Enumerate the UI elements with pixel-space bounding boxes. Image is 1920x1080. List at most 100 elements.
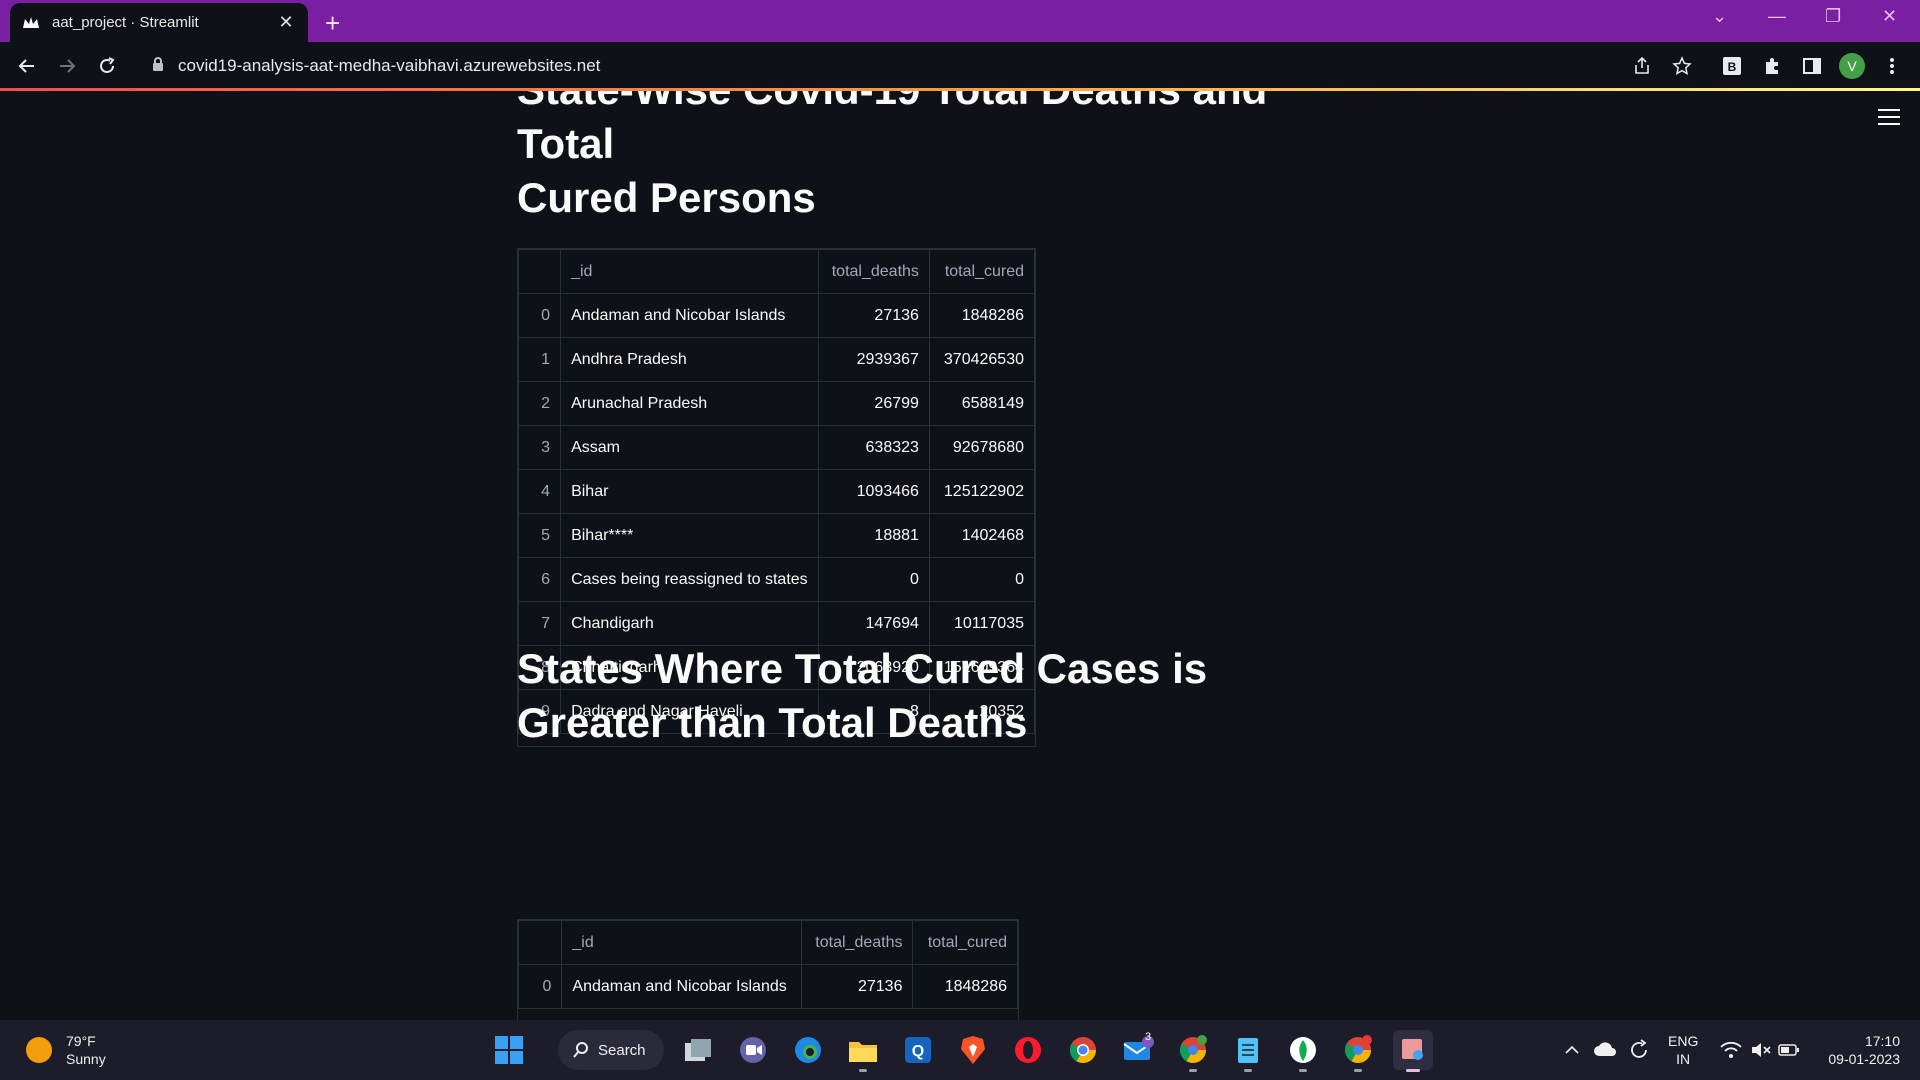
- row-total-cured-cell[interactable]: 10117035: [928, 601, 1035, 646]
- mail-badge: 3: [1145, 1031, 1152, 1043]
- region-code: IN: [1676, 1051, 1691, 1067]
- forward-icon[interactable]: [53, 52, 81, 80]
- column-header-total-deaths[interactable]: total_deaths: [800, 920, 914, 965]
- row-total-cured-cell[interactable]: 125122902: [928, 469, 1035, 514]
- row-total-cured-cell[interactable]: 1848286: [928, 293, 1035, 338]
- new-tab-icon[interactable]: +: [325, 8, 340, 39]
- row-index-cell[interactable]: 5: [518, 513, 562, 558]
- row-index-cell[interactable]: 1: [518, 337, 562, 382]
- row-total-deaths-cell[interactable]: 147694: [817, 601, 930, 646]
- chrome-profile-red-icon[interactable]: [1338, 1030, 1378, 1072]
- snipping-tool-icon[interactable]: [1393, 1030, 1433, 1072]
- language-indicator[interactable]: ENG IN: [1668, 1032, 1698, 1068]
- table-row: 6 Cases being reassigned to states 0 0: [518, 557, 1035, 602]
- tab-search-icon[interactable]: ⌄: [1712, 6, 1727, 27]
- row-id-cell[interactable]: Andaman and Nicobar Islands: [560, 293, 819, 338]
- chrome-icon[interactable]: [1063, 1030, 1103, 1070]
- table-row: 3 Assam 638323 92678680: [518, 425, 1035, 470]
- row-total-deaths-cell[interactable]: 27136: [800, 964, 914, 1009]
- mongodb-compass-icon[interactable]: [1283, 1030, 1323, 1072]
- column-header-id[interactable]: _id: [561, 920, 802, 965]
- row-total-deaths-cell[interactable]: 27136: [817, 293, 930, 338]
- wifi-icon[interactable]: [1718, 1030, 1744, 1070]
- row-index-cell[interactable]: 3: [518, 425, 562, 470]
- notepad-icon[interactable]: [1228, 1030, 1268, 1072]
- row-id-cell[interactable]: Cases being reassigned to states: [560, 557, 819, 602]
- mail-icon[interactable]: 3: [1118, 1030, 1158, 1070]
- row-total-cured-cell[interactable]: 370426530: [928, 337, 1035, 382]
- row-total-cured-cell[interactable]: 1848286: [912, 964, 1018, 1009]
- tab-close-icon[interactable]: ✕: [276, 12, 296, 33]
- brave-icon[interactable]: [953, 1030, 993, 1070]
- column-header-total-deaths[interactable]: total_deaths: [817, 249, 930, 294]
- row-id-cell[interactable]: Bihar: [560, 469, 819, 514]
- hamburger-menu-icon[interactable]: [1878, 109, 1900, 127]
- restore-icon[interactable]: ❐: [1825, 6, 1841, 27]
- teams-chat-icon[interactable]: [733, 1030, 773, 1070]
- windows-start-icon[interactable]: [489, 1030, 529, 1070]
- reload-icon[interactable]: [93, 52, 121, 80]
- streamlit-crown-icon: [22, 14, 40, 32]
- svg-text:B: B: [1728, 60, 1737, 74]
- onedrive-cloud-icon[interactable]: [1590, 1030, 1620, 1070]
- opera-icon[interactable]: [1008, 1030, 1048, 1070]
- profile-avatar[interactable]: V: [1838, 52, 1866, 80]
- task-view-icon[interactable]: [678, 1030, 718, 1070]
- qt-creator-icon[interactable]: Q: [898, 1030, 938, 1070]
- row-index-cell[interactable]: 2: [518, 381, 562, 426]
- table-header-row: _id total_deaths total_cured: [518, 920, 1018, 965]
- row-index-cell[interactable]: 4: [518, 469, 562, 514]
- row-total-cured-cell[interactable]: 0: [928, 557, 1035, 602]
- weather-condition: Sunny: [66, 1051, 106, 1067]
- back-icon[interactable]: [13, 52, 41, 80]
- taskbar-search-button[interactable]: Search: [558, 1030, 664, 1070]
- section-cured-greater-table: _id total_deaths total_cured 0 Andaman an…: [517, 919, 1337, 1020]
- row-total-deaths-cell[interactable]: 2939367: [817, 337, 930, 382]
- row-id-cell[interactable]: Arunachal Pradesh: [560, 381, 819, 426]
- row-total-cured-cell[interactable]: 1402468: [928, 513, 1035, 558]
- row-id-cell[interactable]: Chandigarh: [560, 601, 819, 646]
- row-id-cell[interactable]: Assam: [560, 425, 819, 470]
- window-close-icon[interactable]: ✕: [1882, 6, 1897, 27]
- file-explorer-icon[interactable]: [843, 1030, 883, 1072]
- row-total-deaths-cell[interactable]: 638323: [817, 425, 930, 470]
- row-total-cured-cell[interactable]: 92678680: [928, 425, 1035, 470]
- extension-b-icon[interactable]: B: [1718, 52, 1746, 80]
- edge-icon[interactable]: [788, 1030, 828, 1070]
- weather-widget[interactable]: 79°F Sunny: [26, 1032, 106, 1068]
- address-bar[interactable]: covid19-analysis-aat-medha-vaibhavi.azur…: [140, 48, 1700, 84]
- row-index-cell[interactable]: 7: [518, 601, 562, 646]
- row-total-deaths-cell[interactable]: 26799: [817, 381, 930, 426]
- sync-icon[interactable]: [1624, 1030, 1654, 1070]
- bookmark-star-icon[interactable]: [1668, 52, 1696, 80]
- row-index-cell[interactable]: 0: [518, 293, 562, 338]
- search-icon: [573, 1042, 588, 1058]
- show-hidden-icons-chevron[interactable]: [1560, 1030, 1584, 1070]
- minimize-icon[interactable]: —: [1768, 6, 1786, 27]
- extensions-puzzle-icon[interactable]: [1758, 52, 1786, 80]
- language-code: ENG: [1668, 1033, 1699, 1049]
- speaker-muted-icon[interactable]: [1748, 1030, 1774, 1070]
- dataframe-cured-greater[interactable]: _id total_deaths total_cured 0 Andaman an…: [517, 919, 1019, 1020]
- row-index-cell[interactable]: 6: [518, 557, 562, 602]
- row-id-cell[interactable]: Andhra Pradesh: [560, 337, 819, 382]
- row-total-deaths-cell[interactable]: 1093466: [817, 469, 930, 514]
- row-id-cell[interactable]: Andaman and Nicobar Islands: [561, 964, 802, 1009]
- row-id-cell[interactable]: Bihar****: [560, 513, 819, 558]
- browser-tab[interactable]: aat_project · Streamlit ✕: [10, 3, 308, 42]
- streamlit-app: State-Wise Covid-19 Total Deaths and Tot…: [0, 91, 1920, 1020]
- column-header-id[interactable]: _id: [560, 249, 819, 294]
- row-total-deaths-cell[interactable]: 18881: [817, 513, 930, 558]
- battery-icon[interactable]: [1776, 1030, 1802, 1070]
- column-header-total-cured[interactable]: total_cured: [928, 249, 1035, 294]
- clock[interactable]: 17:10 09-01-2023: [1816, 1032, 1900, 1068]
- chrome-menu-icon[interactable]: [1878, 52, 1906, 80]
- column-header-total-cured[interactable]: total_cured: [912, 920, 1018, 965]
- chrome-profile-v-icon[interactable]: [1173, 1030, 1213, 1072]
- row-index-cell[interactable]: 0: [518, 964, 563, 1009]
- row-total-cured-cell[interactable]: 6588149: [928, 381, 1035, 426]
- side-panel-icon[interactable]: [1798, 52, 1826, 80]
- share-icon[interactable]: [1628, 52, 1656, 80]
- row-total-deaths-cell[interactable]: 0: [817, 557, 930, 602]
- browser-titlebar: aat_project · Streamlit ✕ + ⌄ — ❐ ✕: [0, 0, 1920, 42]
